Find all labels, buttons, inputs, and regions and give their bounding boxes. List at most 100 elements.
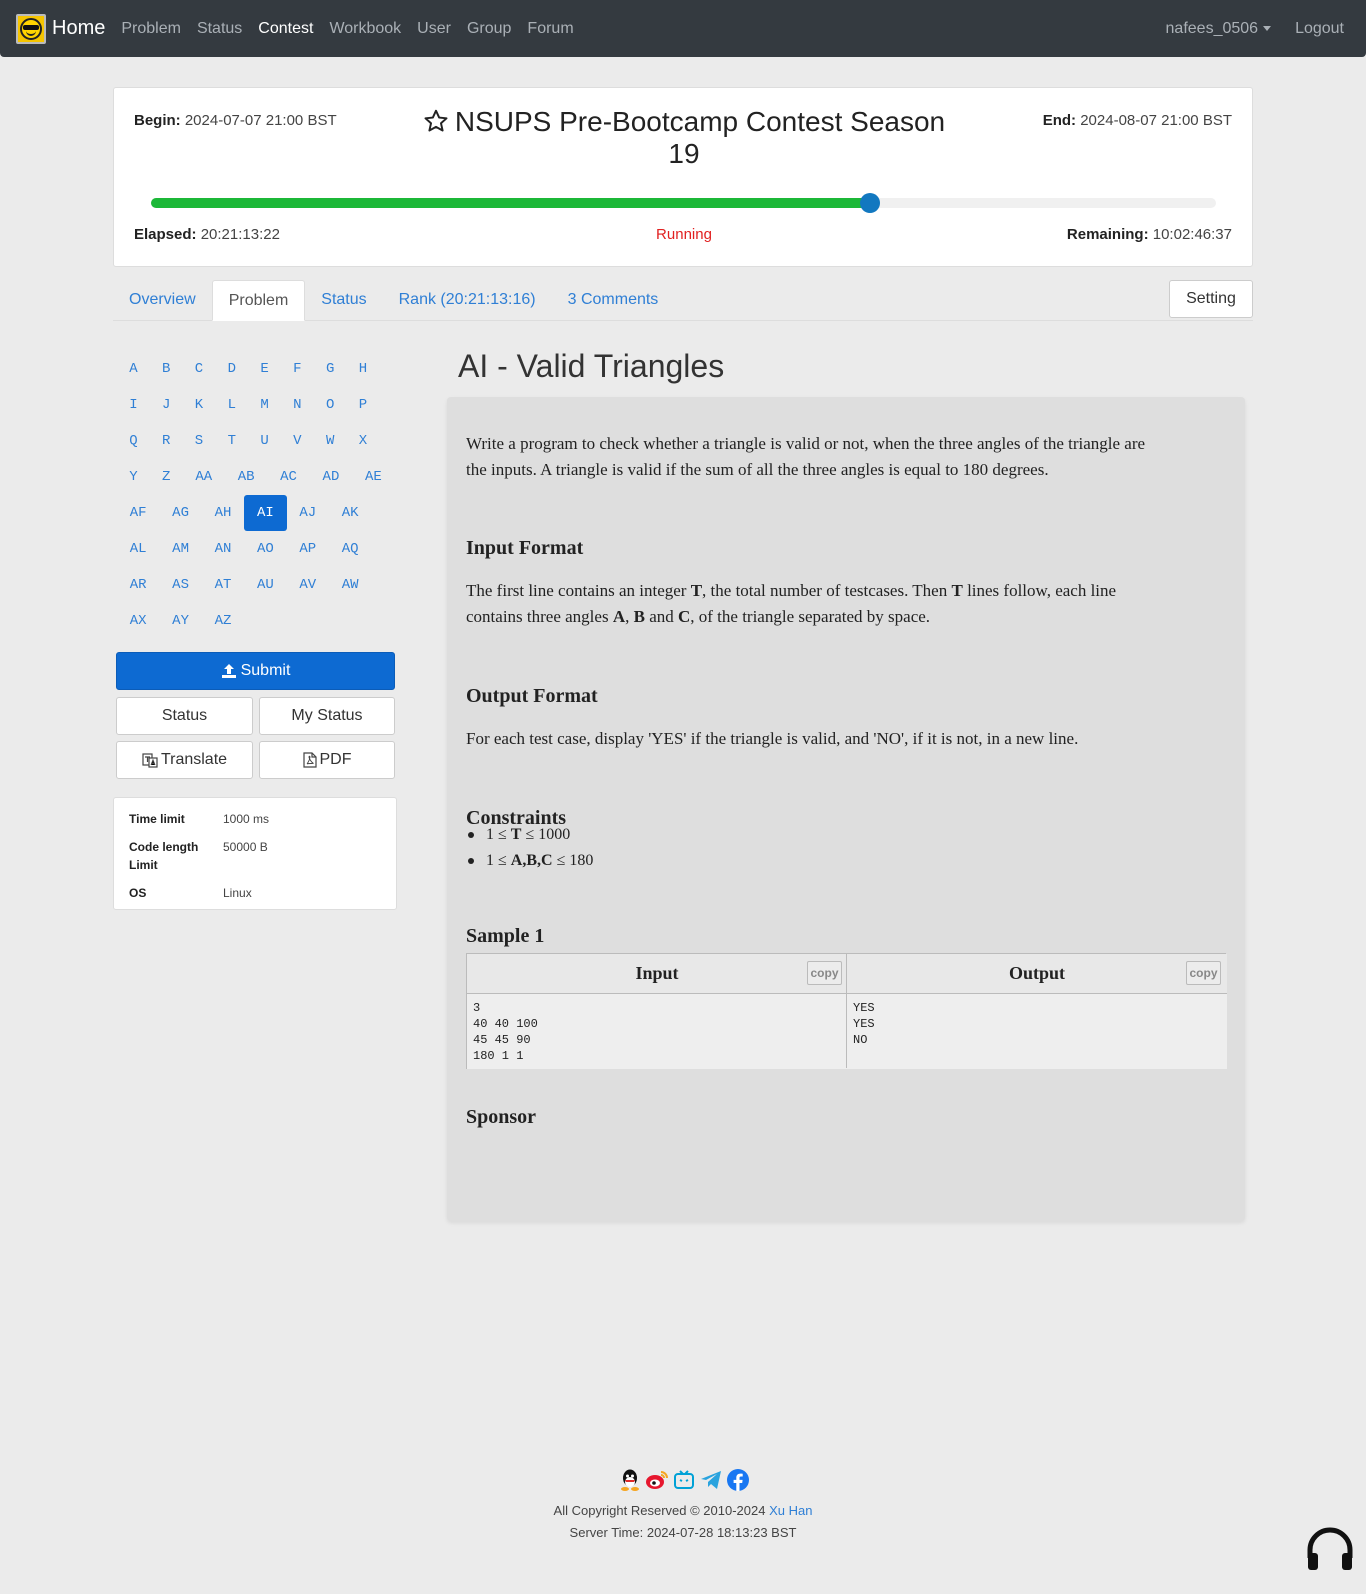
copy-input-button[interactable]: copy (807, 961, 842, 985)
problem-link-n[interactable]: N (281, 387, 314, 423)
progress-handle[interactable] (859, 193, 880, 213)
problem-link-i[interactable]: I (117, 387, 150, 423)
problem-link-z[interactable]: Z (150, 459, 183, 495)
translate-button[interactable]: Translate (116, 741, 253, 779)
problem-link-aq[interactable]: AQ (329, 531, 371, 567)
nav-link-user[interactable]: User (409, 20, 459, 38)
problem-link-ax[interactable]: AX (117, 603, 159, 639)
problem-link-au[interactable]: AU (244, 567, 286, 603)
problem-link-ac[interactable]: AC (267, 459, 309, 495)
problem-link-t[interactable]: T (215, 423, 248, 459)
problem-link-as[interactable]: AS (159, 567, 201, 603)
problem-link-aa[interactable]: AA (183, 459, 225, 495)
problem-link-b[interactable]: B (150, 351, 183, 387)
nav-link-problem[interactable]: Problem (113, 20, 189, 38)
problem-link-ap[interactable]: AP (287, 531, 329, 567)
problem-link-an[interactable]: AN (202, 531, 244, 567)
problem-link-d[interactable]: D (215, 351, 248, 387)
bilibili-icon[interactable] (672, 1468, 696, 1492)
problem-index-row: AF AG AH AI AJ AK (117, 495, 397, 531)
problem-link-e[interactable]: E (248, 351, 281, 387)
tab-status[interactable]: Status (305, 280, 382, 321)
problem-link-at[interactable]: AT (202, 567, 244, 603)
sample-output-data: YES YES NO (847, 994, 1227, 1069)
problem-index-row: AR AS AT AU AV AW (117, 567, 397, 603)
problem-link-o[interactable]: O (314, 387, 347, 423)
problem-link-s[interactable]: S (183, 423, 216, 459)
problem-link-aw[interactable]: AW (329, 567, 371, 603)
problem-link-af[interactable]: AF (117, 495, 159, 531)
nav-link-status[interactable]: Status (189, 20, 250, 38)
constraint-item: 1 ≤ T ≤ 1000 (466, 822, 593, 848)
problem-link-am[interactable]: AM (159, 531, 201, 567)
problem-link-p[interactable]: P (347, 387, 380, 423)
social-icons (618, 1468, 750, 1492)
sample-table: Input copy Output copy 3 40 40 100 45 45… (466, 953, 1227, 1069)
problem-link-aj[interactable]: AJ (287, 495, 329, 531)
problem-link-x[interactable]: X (347, 423, 380, 459)
nav-link-workbook[interactable]: Workbook (321, 20, 409, 38)
logout-link[interactable]: Logout (1287, 20, 1352, 38)
problem-link-a[interactable]: A (117, 351, 150, 387)
status-button[interactable]: Status (116, 697, 253, 735)
tab-overview[interactable]: Overview (113, 280, 212, 321)
problem-link-y[interactable]: Y (117, 459, 150, 495)
qq-icon[interactable] (618, 1468, 642, 1492)
problem-link-av[interactable]: AV (287, 567, 329, 603)
author-link[interactable]: Xu Han (769, 1503, 812, 1518)
tab-comments[interactable]: 3 Comments (552, 280, 675, 321)
tab-rank[interactable]: Rank (20:21:13:16) (383, 280, 552, 321)
problem-link-al[interactable]: AL (117, 531, 159, 567)
tab-problem[interactable]: Problem (211, 280, 306, 321)
problem-index-row: IJKLMNOP (117, 387, 397, 423)
setting-button[interactable]: Setting (1169, 280, 1253, 318)
caret-down-icon (1263, 25, 1272, 31)
problem-link-h[interactable]: H (347, 351, 380, 387)
input-format-heading: Input Format (466, 537, 584, 559)
upload-icon (221, 664, 236, 678)
problem-link-w[interactable]: W (314, 423, 347, 459)
problem-link-q[interactable]: Q (117, 423, 150, 459)
problem-link-ae[interactable]: AE (352, 459, 394, 495)
elapsed-time: Elapsed: 20:21:13:22 (134, 226, 280, 243)
star-icon[interactable] (423, 108, 449, 134)
problem-link-ad[interactable]: AD (310, 459, 352, 495)
nav-link-forum[interactable]: Forum (519, 20, 581, 38)
problem-link-u[interactable]: U (248, 423, 281, 459)
submit-button[interactable]: Submit (116, 652, 395, 690)
problem-index-row: Y Z AA AB AC AD AE (117, 459, 397, 495)
problem-link-k[interactable]: K (183, 387, 216, 423)
problem-link-az[interactable]: AZ (202, 603, 244, 639)
problem-link-ar[interactable]: AR (117, 567, 159, 603)
weibo-icon[interactable] (645, 1468, 669, 1492)
pdf-button[interactable]: PDF (259, 741, 395, 779)
problem-link-m[interactable]: M (248, 387, 281, 423)
facebook-icon[interactable] (726, 1468, 750, 1492)
problem-link-v[interactable]: V (281, 423, 314, 459)
contest-progress-bar[interactable] (151, 193, 1216, 213)
problem-link-c[interactable]: C (183, 351, 216, 387)
problem-link-ah[interactable]: AH (202, 495, 244, 531)
problem-link-j[interactable]: J (150, 387, 183, 423)
problem-link-f[interactable]: F (281, 351, 314, 387)
nav-links: Problem Status Contest Workbook User Group For… (113, 20, 581, 38)
copy-output-button[interactable]: copy (1186, 961, 1221, 985)
problem-link-ay[interactable]: AY (159, 603, 201, 639)
problem-link-l[interactable]: L (215, 387, 248, 423)
problem-link-ag[interactable]: AG (159, 495, 201, 531)
problem-link-g[interactable]: G (314, 351, 347, 387)
nav-link-contest[interactable]: Contest (250, 20, 321, 38)
home-brand-link[interactable]: Home (16, 13, 105, 44)
progress-fill (151, 198, 870, 208)
telegram-icon[interactable] (699, 1468, 723, 1492)
my-status-button[interactable]: My Status (259, 697, 395, 735)
user-menu[interactable]: nafees_0506 (1158, 20, 1280, 38)
problem-link-r[interactable]: R (150, 423, 183, 459)
problem-link-ao[interactable]: AO (244, 531, 286, 567)
problem-link-ak[interactable]: AK (329, 495, 371, 531)
nav-link-group[interactable]: Group (459, 20, 519, 38)
problem-link-ai[interactable]: AI (244, 495, 287, 531)
headphones-icon[interactable] (1305, 1526, 1355, 1572)
problem-link-ab[interactable]: AB (225, 459, 267, 495)
problem-index-row: ABCDEFGH (117, 351, 397, 387)
